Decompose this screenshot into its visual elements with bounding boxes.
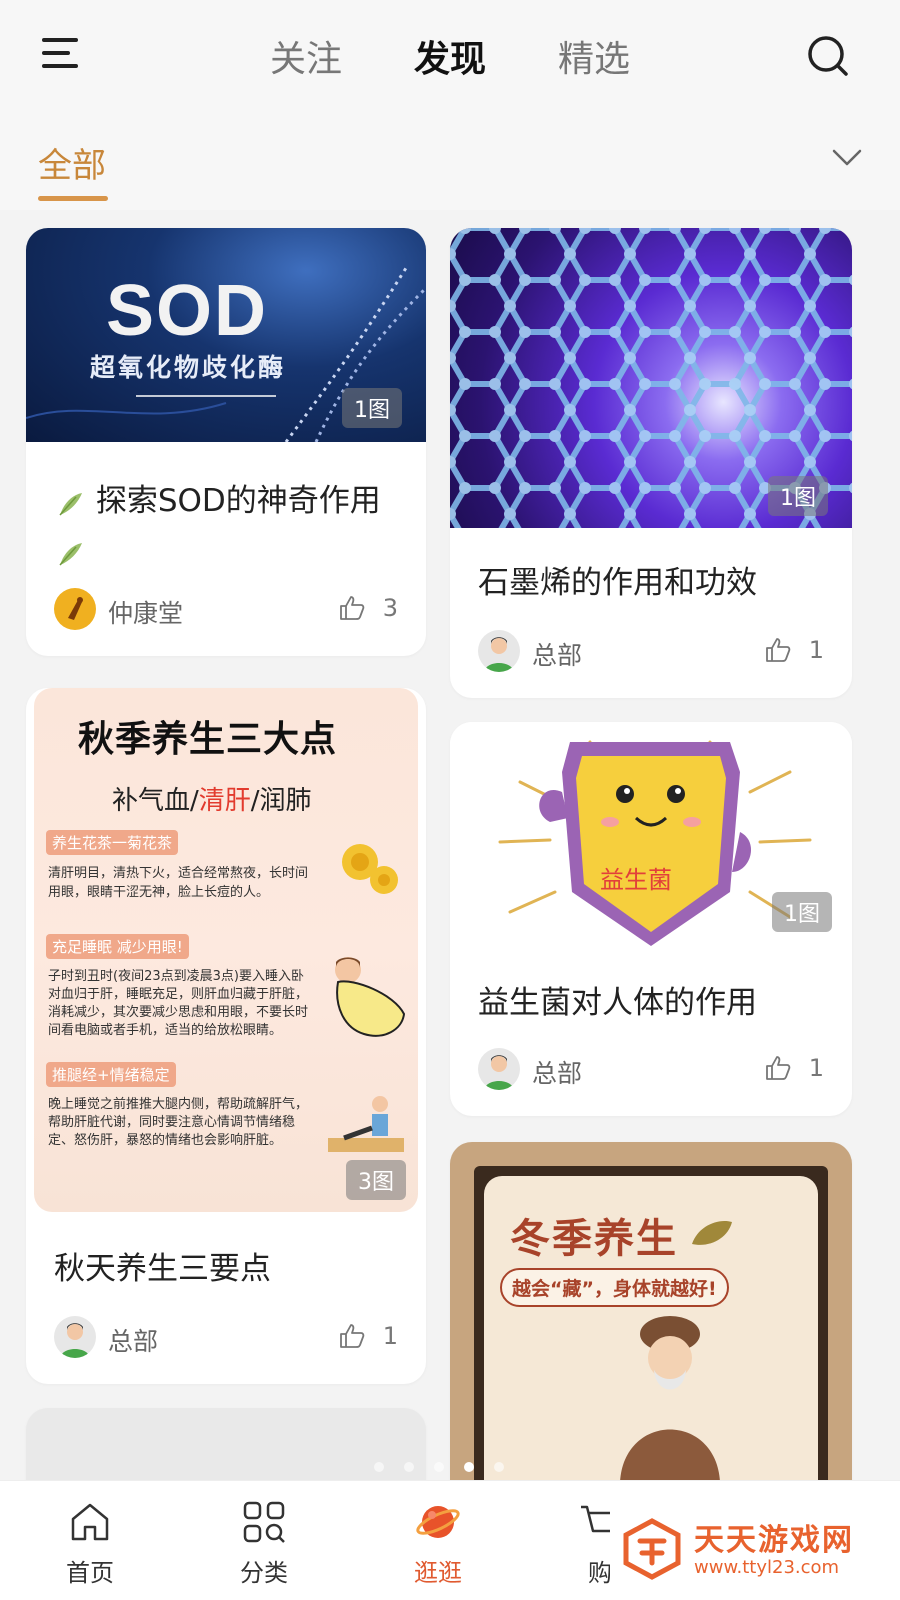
card-footer: 总部 1 [54,1316,398,1360]
poster-paragraph: 清肝明目，清热下火，适合经常熬夜，长时间用眼，眼睛干涩无神，脸上长痘的人。 [48,866,309,900]
image-count-badge: 1图 [342,388,402,428]
thumbs-up-icon[interactable] [764,1054,792,1082]
thumbs-up-icon[interactable] [338,594,366,622]
feed-card-partial[interactable] [26,1408,426,1482]
thumbs-up-icon[interactable] [338,1322,366,1350]
card-title: 益生菌对人体的作用 [478,985,757,1021]
planet-icon [416,1506,460,1538]
poster-section-label: 充足睡眠 减少用眼! [46,934,189,959]
image-count-badge: 1图 [772,892,832,932]
watermark-title: 天天游戏网 [694,1523,854,1558]
carousel-dot[interactable] [404,1462,414,1472]
sod-title-text: SOD [106,271,269,351]
tab-discover[interactable]: 发现 [414,30,486,90]
carousel-dot-active[interactable] [464,1462,474,1472]
poster-subheading: 补气血/清肝/润肺 [112,786,312,816]
like-count: 1 [808,1054,824,1082]
carousel-dots [374,1462,514,1474]
nav-label: 分类 [240,1559,288,1587]
author-name[interactable]: 总部 [532,1054,582,1090]
sleeping-person-icon [335,957,406,1037]
carousel-dot[interactable] [494,1462,504,1472]
feed-card-autumn[interactable]: 秋季养生三大点 补气血/清肝/润肺 养生花茶一菊花茶 清肝明目，清热下火，适合经… [26,688,426,1384]
avatar[interactable] [478,630,520,672]
winter-subtitle: 越会“藏”，身体就越好! [500,1268,729,1307]
nav-category[interactable]: 分类 [204,1499,324,1599]
thumbs-up-icon[interactable] [764,636,792,664]
watermark-url: www.ttyl23.com [694,1557,840,1578]
chrysanthemum-icon [342,844,398,894]
avatar[interactable] [478,1048,520,1090]
shield-label: 益生菌 [600,866,672,894]
avatar[interactable] [54,1316,96,1358]
tab-featured[interactable]: 精选 [558,30,630,90]
top-bar: 关注 发现 精选 [0,0,900,120]
feed-card-graphene[interactable]: 1图 石墨烯的作用和功效 总部 1 [450,228,852,698]
card-image-sod: SOD 超氧化物歧化酶 1图 [26,228,426,442]
site-watermark: 天天游戏网 www.ttyl23.com [610,1505,900,1600]
like-count: 3 [382,594,398,622]
tab-follow[interactable]: 关注 [270,30,342,90]
nav-home[interactable]: 首页 [30,1499,150,1599]
card-title: 秋天养生三要点 [54,1251,271,1287]
feed-card-sod[interactable]: SOD 超氧化物歧化酶 1图 探索SOD的神奇作用 仲康堂 3 [26,228,426,656]
chevron-down-icon[interactable] [830,140,864,174]
yoga-person-icon [328,1096,404,1152]
filter-all-tab[interactable]: 全部 [38,138,106,187]
poster-paragraph: 子时到丑时(夜间23点到凌晨3点)要入睡入卧对血归于肝，睡眠充足，则肝血归藏于肝… [48,969,309,1038]
nav-explore[interactable]: 逛逛 [378,1499,498,1599]
elder-figure [620,1316,720,1482]
like-count: 1 [808,636,824,664]
search-icon[interactable] [806,34,850,78]
carousel-dot[interactable] [374,1462,384,1472]
card-image-graphene: 1图 [450,228,852,528]
card-footer: 总部 1 [478,630,824,674]
card-title: 探索SOD的神奇作用 [54,476,394,576]
card-image-autumn: 秋季养生三大点 补气血/清肝/润肺 养生花茶一菊花茶 清肝明目，清热下火，适合经… [34,688,418,1212]
carousel-dot[interactable] [434,1462,444,1472]
filter-underline [38,196,108,201]
nav-label: 逛逛 [414,1559,462,1587]
leaf-icon [59,492,82,515]
card-title-text: 探索SOD的神奇作用 [95,483,381,519]
author-name[interactable]: 总部 [108,1322,158,1358]
sod-subtitle-text: 超氧化物歧化酶 [90,353,287,382]
card-title: 石墨烯的作用和功效 [478,565,757,601]
image-count-badge: 1图 [768,476,828,516]
top-tabs: 关注 发现 精选 [270,30,630,90]
feed-card-winter[interactable]: 冬季养生 越会“藏”，身体就越好! [450,1142,852,1482]
author-name[interactable]: 仲康堂 [108,594,183,630]
category-filter: 全部 [0,120,900,210]
grid-icon [243,1501,285,1543]
menu-icon[interactable] [42,36,80,70]
author-name[interactable]: 总部 [532,636,582,672]
card-image-probiotics: 益生菌 1图 [450,722,852,946]
winter-title: 冬季养生 [510,1216,678,1262]
like-count: 1 [382,1322,398,1350]
poster-paragraph: 晚上睡觉之前推推大腿内侧，帮助疏解肝气，帮助肝脏代谢，同时要注意心情调节情绪稳定… [48,1097,309,1148]
herb-icon [692,1220,732,1245]
poster-heading: 秋季养生三大点 [78,719,338,760]
feed-card-probiotics[interactable]: 益生菌 1图 益生菌对人体的作用 总部 1 [450,722,852,1116]
watermark-logo [623,1518,681,1580]
poster-section-label: 推腿经+情绪稳定 [46,1062,176,1087]
avatar[interactable] [54,588,96,630]
leaf-icon [59,542,82,565]
home-icon [71,1503,109,1541]
card-footer: 总部 1 [478,1048,824,1092]
nav-label: 首页 [66,1559,114,1587]
card-footer: 仲康堂 3 [54,588,398,632]
image-count-badge: 3图 [346,1160,406,1200]
poster-section-label: 养生花茶一菊花茶 [46,830,179,855]
